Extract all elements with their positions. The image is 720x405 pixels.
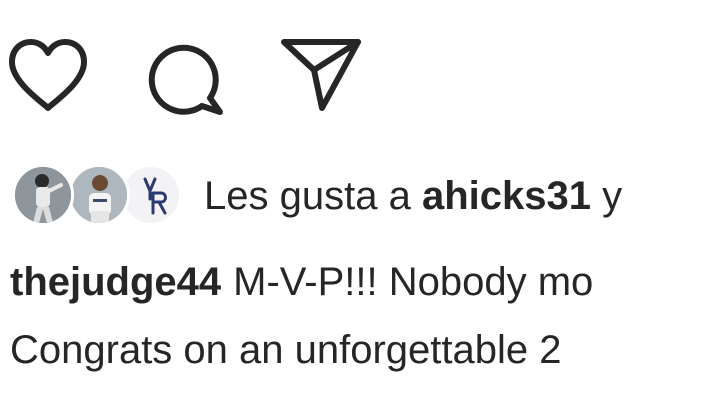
caption-line: Congrats on an unforgettable 2: [10, 326, 562, 374]
liked-by-prefix: Les gusta a: [204, 174, 411, 218]
comment-button[interactable]: [144, 38, 228, 118]
liked-by-text: Les gusta a ahicks31 y: [204, 172, 622, 220]
player-photo-icon: [71, 167, 127, 223]
liked-by-suffix: y: [602, 174, 623, 218]
paper-plane-icon: [281, 39, 361, 111]
team-logo-icon: [123, 167, 179, 223]
likes-row: Les gusta a ahicks31 y: [12, 160, 720, 232]
caption-username[interactable]: thejudge44: [10, 260, 221, 304]
comment-bubble-icon: [148, 44, 223, 115]
caption-line: thejudge44 M-V-P!!! Nobody mo: [10, 258, 593, 306]
liker-avatars[interactable]: [12, 160, 192, 232]
heart-icon: [9, 39, 87, 111]
avatar[interactable]: [68, 164, 130, 226]
post-action-bar: [0, 0, 720, 150]
share-button[interactable]: [278, 36, 364, 116]
caption-text: Congrats on an unforgettable 2: [10, 328, 562, 372]
liked-by-username[interactable]: ahicks31: [422, 174, 591, 218]
like-button[interactable]: [6, 38, 90, 114]
caption-text: M-V-P!!! Nobody mo: [233, 260, 594, 304]
player-photo-icon: [15, 167, 71, 223]
avatar[interactable]: [12, 164, 74, 226]
